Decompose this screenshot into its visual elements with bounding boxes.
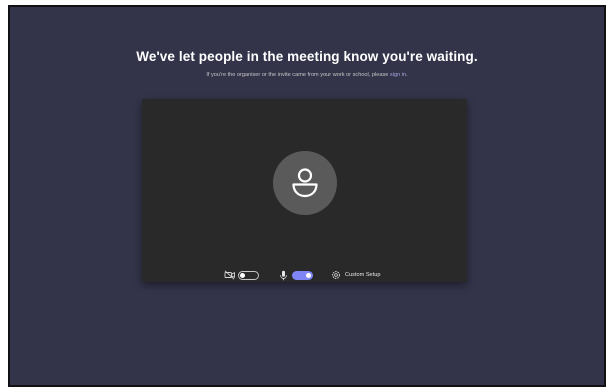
subtext-prefix: If you're the organiser or the invite ca…: [206, 72, 390, 78]
meeting-lobby-window: We've let people in the meeting know you…: [8, 5, 606, 387]
video-preview: Custom Setup: [142, 99, 467, 282]
microphone-icon[interactable]: [279, 270, 288, 281]
video-off-icon[interactable]: [224, 270, 236, 280]
camera-toggle[interactable]: [238, 271, 259, 280]
device-controls: Custom Setup: [142, 270, 467, 284]
sign-in-link[interactable]: sign in: [390, 72, 406, 78]
custom-setup-label: Custom Setup: [345, 272, 381, 278]
gear-icon: [332, 271, 340, 279]
custom-setup-button[interactable]: Custom Setup: [331, 269, 380, 281]
person-icon: [292, 168, 318, 198]
microphone-toggle[interactable]: [292, 271, 313, 280]
lobby-subtext: If you're the organiser or the invite ca…: [10, 72, 604, 78]
lobby-heading: We've let people in the meeting know you…: [136, 49, 478, 64]
subtext-suffix: .: [406, 72, 408, 78]
avatar: [273, 151, 337, 215]
camera-toggle-knob: [240, 273, 245, 278]
microphone-toggle-knob: [306, 273, 311, 278]
